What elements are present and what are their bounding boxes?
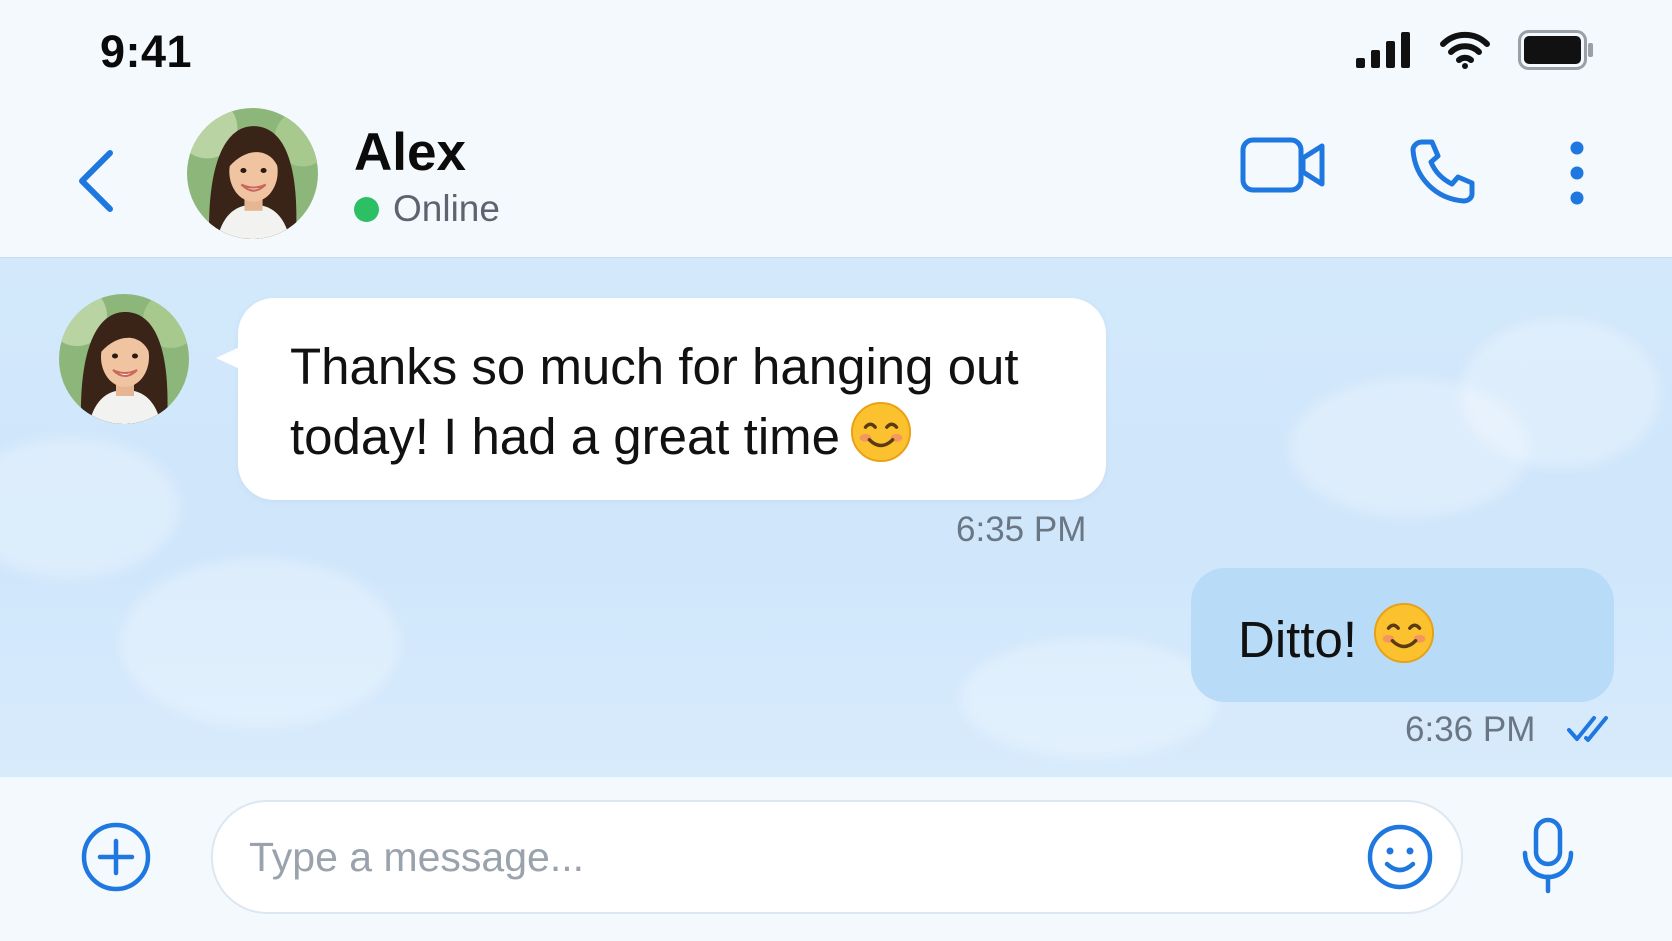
- incoming-message-text: Thanks so much for hanging out today! I …: [290, 332, 1080, 480]
- video-call-button[interactable]: [1240, 135, 1326, 195]
- more-options-button[interactable]: [1565, 140, 1589, 206]
- battery-icon: [1518, 30, 1593, 70]
- cellular-signal-icon: [1356, 32, 1410, 68]
- incoming-message-bubble[interactable]: Thanks so much for hanging out today! I …: [216, 298, 1106, 500]
- presence-status: Online: [354, 188, 500, 230]
- contact-name[interactable]: Alex: [354, 122, 466, 183]
- status-bar: 9:41: [0, 0, 1672, 100]
- voice-call-button[interactable]: [1408, 138, 1478, 204]
- voice-message-button[interactable]: [1519, 817, 1577, 900]
- emoji-smile-icon: [1367, 824, 1433, 890]
- message-timestamp: 6:35 PM: [956, 510, 1087, 549]
- more-vertical-icon: [1570, 141, 1584, 205]
- plus-circle-icon: [81, 822, 151, 892]
- avatar-photo: [187, 108, 318, 239]
- wifi-icon: [1440, 31, 1490, 69]
- smiling-face-icon: [850, 401, 912, 480]
- microphone-icon: [1522, 817, 1574, 894]
- chat-header: Alex Online: [0, 100, 1672, 257]
- add-attachment-button[interactable]: [80, 821, 152, 898]
- status-time: 9:41: [100, 26, 193, 77]
- message-input[interactable]: [247, 824, 1331, 890]
- background-cloud: [1460, 318, 1660, 468]
- chevron-left-icon: [79, 150, 113, 212]
- bubble-tail: [216, 346, 242, 370]
- outgoing-message-bubble[interactable]: Ditto!: [1191, 568, 1614, 702]
- message-composer: [0, 777, 1672, 941]
- contact-avatar[interactable]: [187, 108, 318, 239]
- background-cloud: [120, 558, 400, 728]
- message-input-container[interactable]: [211, 800, 1463, 914]
- video-call-icon: [1240, 137, 1325, 193]
- message-list[interactable]: Thanks so much for hanging out today! I …: [0, 257, 1672, 778]
- double-check-read-icon: [1567, 716, 1608, 742]
- emoji-button[interactable]: [1366, 823, 1434, 896]
- presence-label: Online: [393, 188, 500, 229]
- outgoing-message-text: Ditto!: [1238, 602, 1435, 676]
- sender-avatar[interactable]: [59, 294, 189, 424]
- back-button[interactable]: [70, 145, 122, 217]
- status-icons: [1356, 30, 1594, 70]
- avatar-photo: [59, 294, 189, 424]
- background-cloud: [960, 638, 1220, 758]
- message-timestamp: 6:36 PM: [1405, 710, 1536, 749]
- message-text: Ditto!: [1238, 610, 1358, 668]
- phone-call-icon: [1410, 139, 1475, 204]
- online-dot-icon: [354, 196, 379, 222]
- smiling-face-icon: [1373, 602, 1435, 676]
- background-cloud: [0, 438, 180, 578]
